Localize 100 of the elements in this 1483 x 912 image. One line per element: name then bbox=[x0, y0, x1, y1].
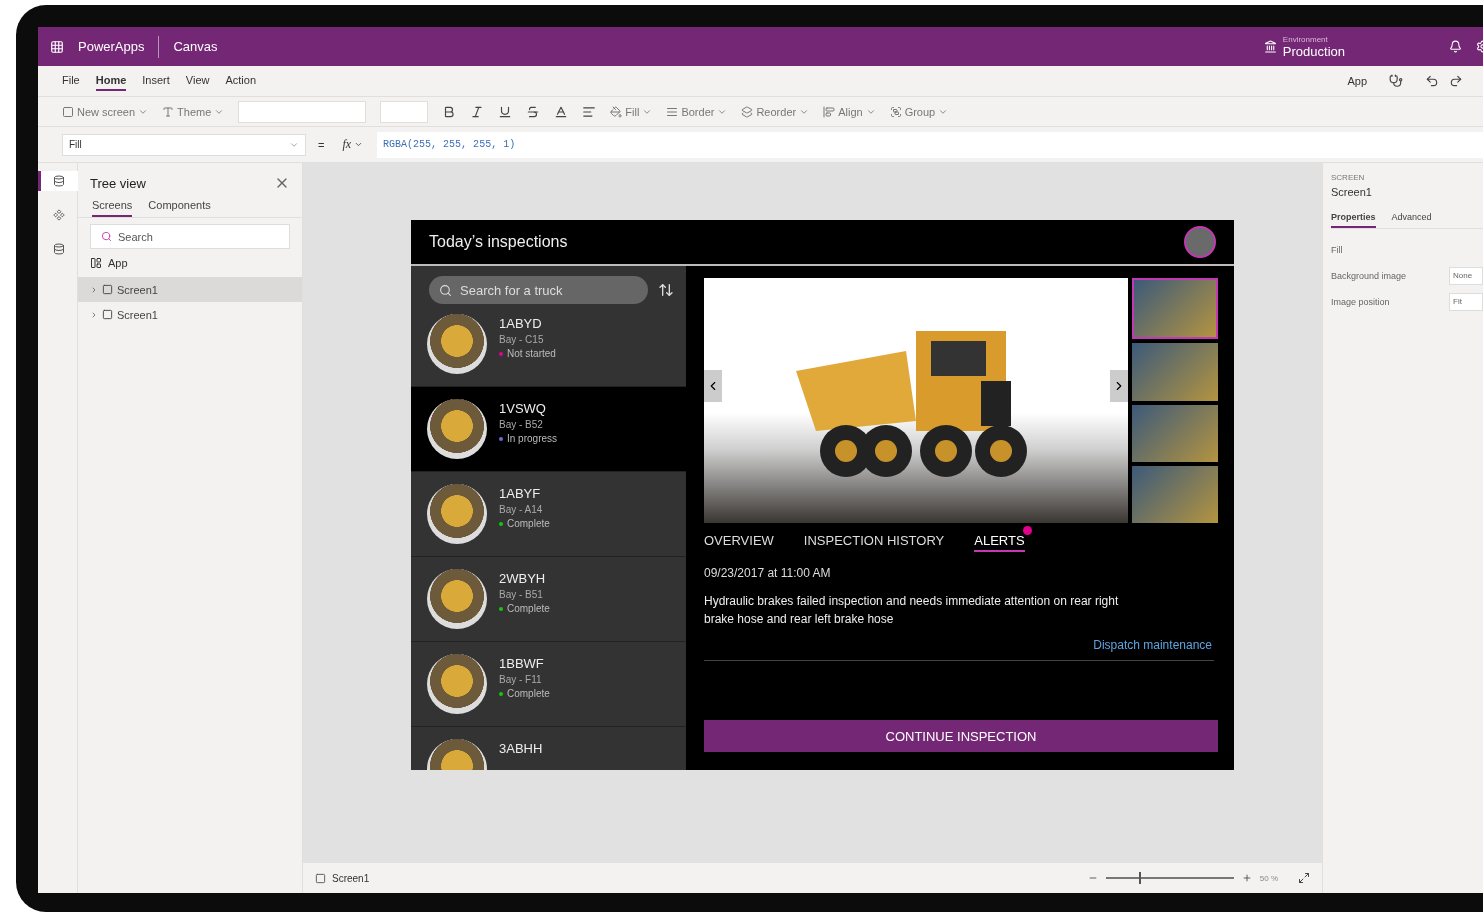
truck-search-field[interactable]: Search for a truck bbox=[429, 276, 648, 304]
bay-label: Bay - F11 bbox=[499, 674, 543, 685]
app-mode: Canvas bbox=[173, 39, 218, 54]
align-left-icon[interactable] bbox=[582, 104, 597, 119]
app-launcher-icon[interactable] bbox=[50, 39, 64, 54]
truck-photo-placeholder bbox=[427, 314, 487, 374]
toolbar-dropdown[interactable]: Group bbox=[889, 105, 949, 118]
screen-title: Today’s inspections bbox=[429, 233, 568, 251]
strikethrough-icon[interactable] bbox=[526, 104, 541, 119]
app-icon bbox=[90, 257, 102, 269]
product-name: PowerApps bbox=[78, 39, 145, 54]
bay-label: Bay - C15 bbox=[499, 334, 545, 345]
italic-icon[interactable] bbox=[470, 104, 485, 119]
underline-icon[interactable] bbox=[498, 104, 513, 119]
search-input[interactable]: Search bbox=[116, 229, 279, 244]
stethoscope-icon[interactable] bbox=[1389, 74, 1403, 88]
redo-icon[interactable] bbox=[1449, 74, 1463, 88]
tree-item[interactable]: Screen1 bbox=[78, 302, 302, 327]
detail-tab[interactable]: INSPECTION HISTORY bbox=[803, 531, 945, 552]
zoom-in-icon[interactable] bbox=[1241, 873, 1252, 883]
menu-tab[interactable]: Action bbox=[225, 71, 257, 91]
panel-tab[interactable]: Advanced bbox=[1391, 208, 1432, 228]
search-field[interactable]: Search bbox=[90, 224, 290, 249]
fit-screen-icon[interactable] bbox=[1298, 872, 1310, 884]
truck-photo-placeholder bbox=[427, 654, 487, 714]
current-screen[interactable]: Screen1 bbox=[332, 872, 370, 884]
tree-view-icon[interactable] bbox=[38, 171, 78, 191]
expand-caret-icon[interactable] bbox=[90, 285, 98, 294]
environment-name[interactable]: Production bbox=[1282, 43, 1345, 59]
font-icon bbox=[162, 105, 175, 118]
status-label: Not started bbox=[507, 348, 556, 359]
undo-icon[interactable] bbox=[1425, 74, 1439, 88]
expand-caret-icon[interactable] bbox=[90, 310, 98, 319]
inspection-date: 09/23/2017 at 11:00 AM bbox=[704, 566, 832, 580]
panel-tab[interactable]: Properties bbox=[1331, 208, 1376, 228]
property-field[interactable]: None bbox=[1449, 267, 1483, 285]
paint-bucket-icon bbox=[610, 105, 623, 118]
lines-icon bbox=[666, 105, 679, 118]
dispatch-link[interactable]: Dispatch maintenance bbox=[1093, 638, 1212, 652]
formula-field[interactable]: RGBA(255, 255, 255, 1) bbox=[377, 131, 1483, 158]
next-button[interactable] bbox=[1110, 370, 1128, 402]
truck-photo-placeholder bbox=[427, 569, 487, 629]
bay-label: Bay - B52 bbox=[499, 419, 544, 430]
truck-id: 1VSWQ bbox=[499, 401, 547, 416]
tree-item[interactable]: Screen1 bbox=[78, 277, 302, 302]
truck-id: 3ABHH bbox=[499, 741, 543, 756]
truck-photo-placeholder bbox=[427, 399, 487, 459]
continue-button[interactable]: CONTINUE INSPECTION bbox=[704, 720, 1218, 752]
toolbar-dropdown[interactable]: Theme bbox=[162, 105, 225, 118]
thumbnail-photo[interactable] bbox=[1132, 278, 1218, 340]
panel-tab[interactable]: Components bbox=[148, 195, 211, 217]
app-menu[interactable]: App bbox=[1347, 75, 1367, 87]
search-input[interactable]: Search for a truck bbox=[458, 281, 638, 299]
environment-label: Environment bbox=[1282, 34, 1329, 44]
menu-tab[interactable]: File bbox=[62, 71, 80, 91]
panel-title: Tree view bbox=[90, 175, 146, 191]
zoom-thumb[interactable] bbox=[1139, 872, 1142, 884]
align-icon bbox=[823, 105, 836, 118]
notifications-icon[interactable] bbox=[1449, 40, 1462, 53]
detail-tab[interactable]: ALERTS bbox=[974, 531, 1025, 552]
bay-label: Bay - A14 bbox=[499, 504, 544, 515]
truck-id: 1ABYD bbox=[499, 316, 543, 331]
font-color-icon[interactable] bbox=[554, 104, 569, 119]
toolbar-dropdown[interactable]: Border bbox=[666, 105, 728, 118]
property-dropdown[interactable]: Fill bbox=[62, 133, 306, 156]
tree-item[interactable]: App bbox=[78, 255, 302, 277]
panel-tab[interactable]: Screens bbox=[92, 195, 133, 217]
toolbar-dropdown[interactable]: Fill bbox=[610, 105, 653, 118]
property-label: Fill bbox=[1331, 245, 1343, 255]
caret-icon bbox=[354, 140, 364, 149]
thumbnail-photo[interactable] bbox=[1132, 404, 1218, 462]
truck-list-item[interactable]: 1VSWQ Bay - B52 In progress bbox=[411, 387, 686, 472]
thumbnail-photo[interactable] bbox=[1132, 465, 1218, 523]
toolbar-dropdown[interactable]: New screen bbox=[62, 105, 149, 118]
status-label: In progress bbox=[507, 433, 558, 444]
screen-icon bbox=[102, 309, 113, 320]
truck-id: 1ABYF bbox=[499, 486, 542, 501]
equals-sign: = bbox=[318, 138, 325, 151]
group-icon bbox=[889, 105, 902, 118]
bold-icon[interactable] bbox=[442, 104, 457, 119]
property-label: Background image bbox=[1331, 271, 1407, 281]
truck-id: 2WBYH bbox=[499, 571, 547, 586]
thumbnail-photo[interactable] bbox=[1132, 343, 1218, 401]
truck-photo-placeholder bbox=[427, 484, 487, 544]
menu-tab[interactable]: Home bbox=[95, 71, 127, 91]
truck-id: 1BBWF bbox=[499, 656, 545, 671]
user-avatar[interactable] bbox=[1184, 226, 1216, 258]
screen-icon bbox=[62, 105, 74, 118]
object-name: Screen1 bbox=[1331, 186, 1373, 198]
menu-tab[interactable]: View bbox=[185, 71, 210, 91]
toolbar-dropdown[interactable]: Reorder bbox=[741, 105, 810, 118]
toolbar-dropdown[interactable]: Align bbox=[823, 105, 876, 118]
sort-icon[interactable] bbox=[658, 282, 674, 298]
property-field[interactable]: Fit bbox=[1449, 293, 1483, 311]
detail-tab[interactable]: OVERVIEW bbox=[704, 531, 774, 552]
search-icon bbox=[101, 231, 112, 242]
menu-tab[interactable]: Insert bbox=[142, 71, 170, 91]
status-label: Complete bbox=[507, 518, 550, 529]
screen-icon bbox=[315, 872, 326, 884]
previous-button[interactable] bbox=[704, 370, 722, 402]
